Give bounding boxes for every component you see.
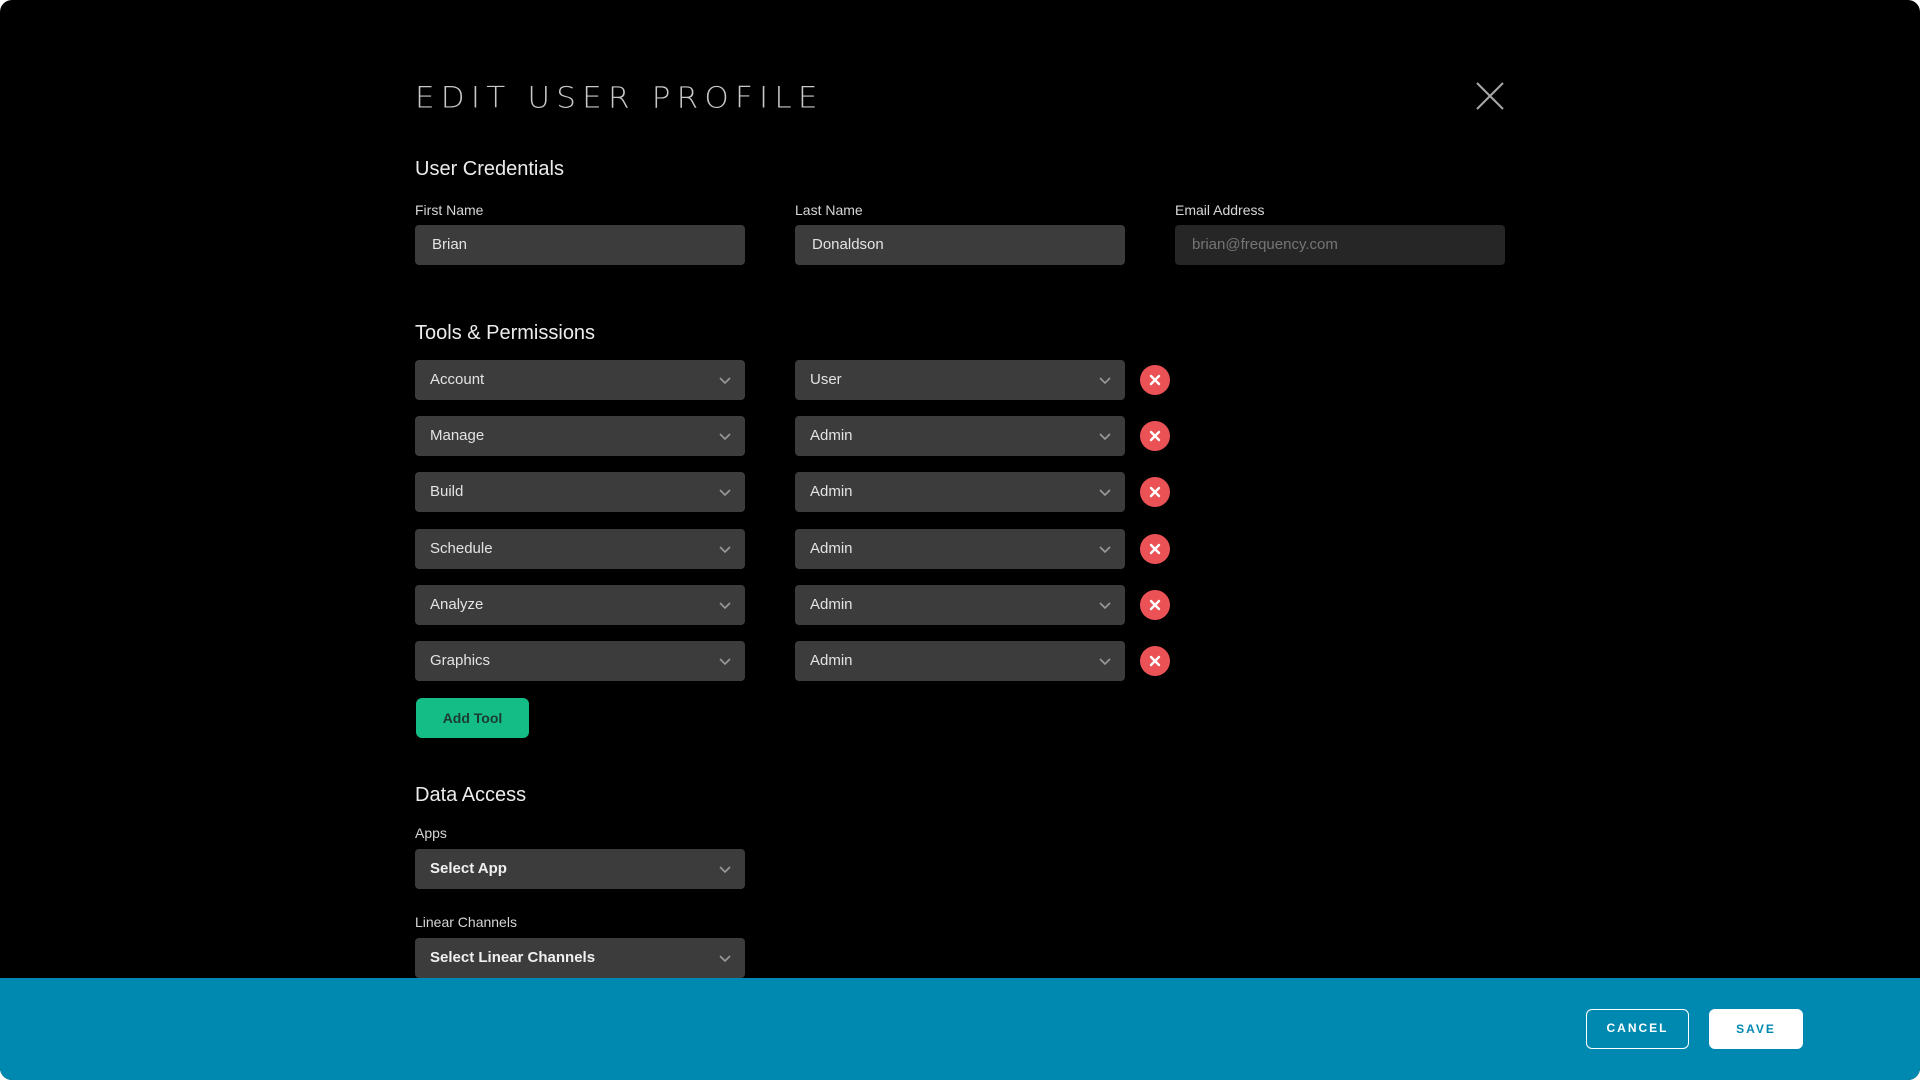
- email-field[interactable]: [1175, 225, 1505, 265]
- section-title-user-credentials: User Credentials: [415, 158, 564, 180]
- first-name-input[interactable]: [415, 225, 745, 265]
- tool-select[interactable]: Schedule: [415, 529, 745, 569]
- chevron-down-icon: [1099, 602, 1111, 610]
- apps-select[interactable]: Select App: [415, 849, 745, 889]
- chevron-down-icon: [1099, 546, 1111, 554]
- remove-circle-x-icon: [1149, 430, 1161, 442]
- first-name-label: First Name: [415, 202, 484, 218]
- cancel-button[interactable]: CANCEL: [1586, 1009, 1689, 1049]
- tool-select-value: Analyze: [430, 596, 484, 613]
- role-select-value: Admin: [810, 540, 853, 557]
- remove-permission-button[interactable]: [1140, 646, 1170, 676]
- tool-select-value: Manage: [430, 427, 485, 444]
- save-button[interactable]: SAVE: [1709, 1009, 1803, 1049]
- tool-select-value: Build: [430, 483, 464, 500]
- chevron-down-icon: [1099, 433, 1111, 441]
- tool-select[interactable]: Manage: [415, 416, 745, 456]
- remove-permission-button[interactable]: [1140, 365, 1170, 395]
- remove-circle-x-icon: [1149, 374, 1161, 386]
- role-select[interactable]: Admin: [795, 416, 1125, 456]
- email-label: Email Address: [1175, 202, 1265, 218]
- remove-circle-x-icon: [1149, 655, 1161, 667]
- apps-label: Apps: [415, 825, 447, 841]
- linear-channels-select-value: Select Linear Channels: [430, 949, 596, 966]
- edit-user-profile-modal: EDIT USER PROFILE User Credentials First…: [0, 0, 1920, 1080]
- remove-permission-button[interactable]: [1140, 477, 1170, 507]
- last-name-input[interactable]: [795, 225, 1125, 265]
- chevron-down-icon: [1099, 377, 1111, 385]
- role-select[interactable]: Admin: [795, 585, 1125, 625]
- section-title-tools-permissions: Tools & Permissions: [415, 322, 596, 344]
- tool-select[interactable]: Graphics: [415, 641, 745, 681]
- remove-circle-x-icon: [1149, 599, 1161, 611]
- apps-select-value: Select App: [430, 860, 507, 877]
- add-tool-button[interactable]: Add Tool: [416, 698, 529, 738]
- chevron-down-icon: [719, 546, 731, 554]
- tool-select-value: Schedule: [430, 540, 493, 557]
- role-select[interactable]: User: [795, 360, 1125, 400]
- chevron-down-icon: [719, 658, 731, 666]
- linear-channels-select[interactable]: Select Linear Channels: [415, 938, 745, 978]
- role-select[interactable]: Admin: [795, 472, 1125, 512]
- page-title: EDIT USER PROFILE: [415, 80, 824, 116]
- role-select-value: Admin: [810, 652, 853, 669]
- chevron-down-icon: [719, 377, 731, 385]
- last-name-label: Last Name: [795, 202, 863, 218]
- tool-select[interactable]: Analyze: [415, 585, 745, 625]
- remove-circle-x-icon: [1149, 486, 1161, 498]
- role-select[interactable]: Admin: [795, 529, 1125, 569]
- chevron-down-icon: [719, 602, 731, 610]
- role-select-value: Admin: [810, 596, 853, 613]
- chevron-down-icon: [1099, 658, 1111, 666]
- remove-permission-button[interactable]: [1140, 590, 1170, 620]
- linear-channels-label: Linear Channels: [415, 914, 517, 930]
- role-select[interactable]: Admin: [795, 641, 1125, 681]
- remove-permission-button[interactable]: [1140, 421, 1170, 451]
- remove-permission-button[interactable]: [1140, 534, 1170, 564]
- chevron-down-icon: [719, 866, 731, 874]
- tool-select[interactable]: Account: [415, 360, 745, 400]
- close-icon: [1476, 82, 1504, 110]
- chevron-down-icon: [719, 489, 731, 497]
- role-select-value: Admin: [810, 483, 853, 500]
- chevron-down-icon: [719, 433, 731, 441]
- section-title-data-access: Data Access: [415, 784, 527, 806]
- tool-select[interactable]: Build: [415, 472, 745, 512]
- tool-select-value: Account: [430, 371, 485, 388]
- role-select-value: Admin: [810, 427, 853, 444]
- role-select-value: User: [810, 371, 842, 388]
- tool-select-value: Graphics: [430, 652, 491, 669]
- remove-circle-x-icon: [1149, 543, 1161, 555]
- chevron-down-icon: [1099, 489, 1111, 497]
- chevron-down-icon: [719, 955, 731, 963]
- close-button[interactable]: [1476, 82, 1504, 110]
